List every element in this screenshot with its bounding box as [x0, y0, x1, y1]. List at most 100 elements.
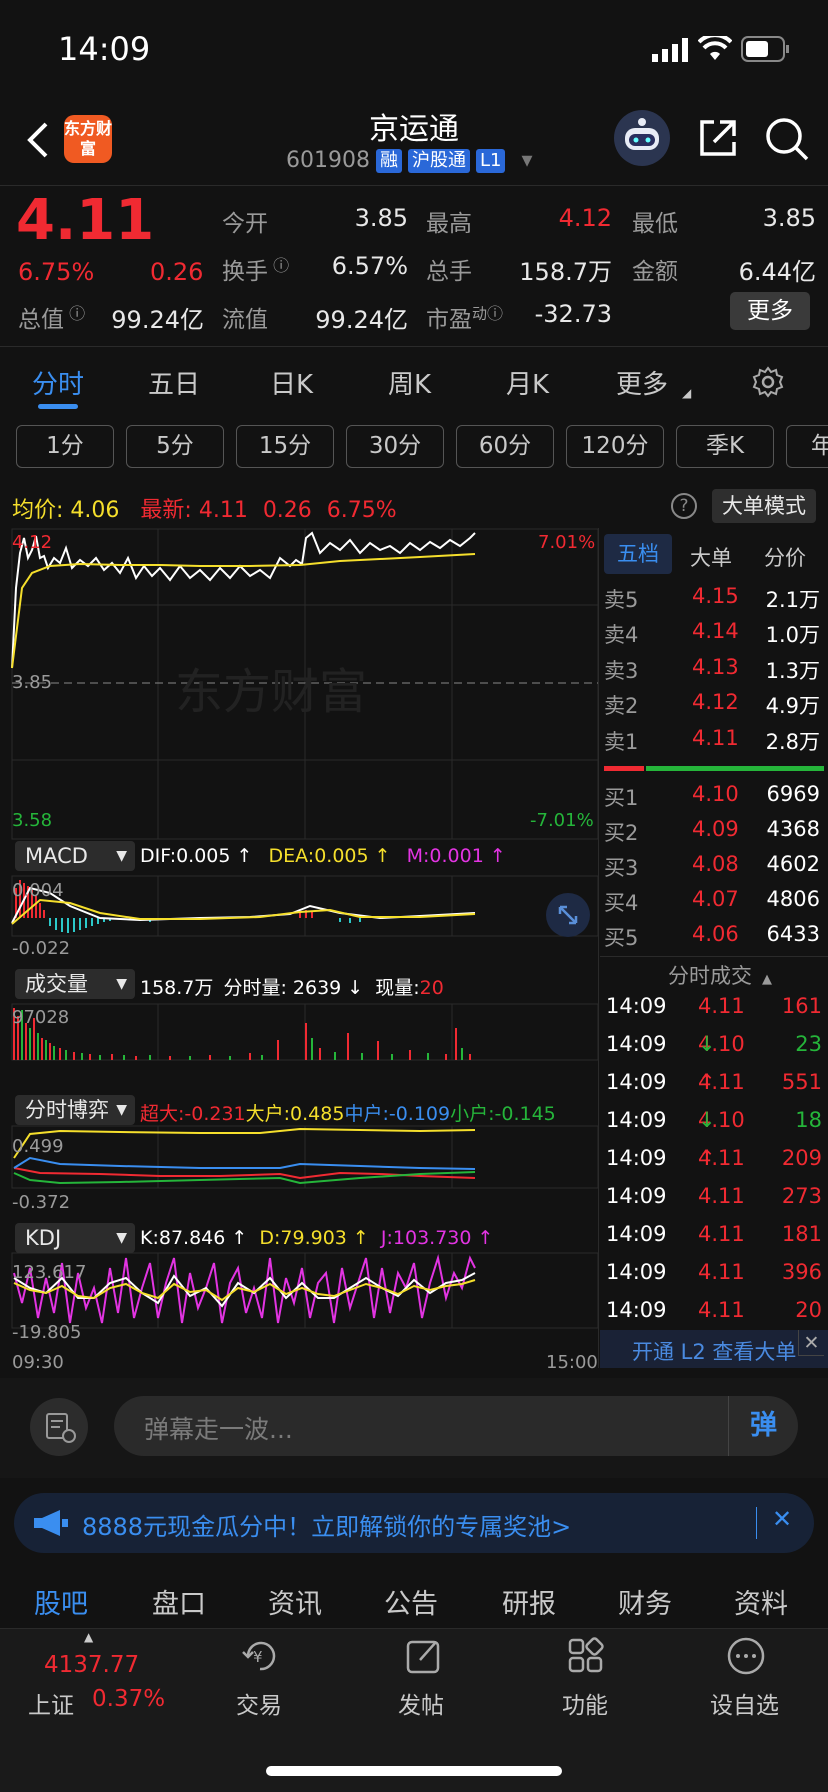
period-quarter-k[interactable]: 季K [676, 425, 774, 468]
connect-tag: 沪股通 [407, 148, 470, 173]
turnover-value: 6.57% [331, 252, 408, 280]
robot-assistant-icon[interactable] [612, 108, 672, 172]
game-axis-bottom: -0.372 [12, 1192, 71, 1213]
amount-label: 金额 [632, 259, 678, 285]
period-year-k[interactable]: 年 [786, 425, 828, 468]
trade-row: 14:09 4.10 ↓ 23 [606, 1032, 822, 1056]
macd-selector[interactable]: MACD ▼ [15, 841, 135, 871]
tab-more-caret-icon: ◢ [682, 386, 692, 400]
more-button[interactable]: 更多 [730, 292, 810, 330]
stock-code: 601908 [286, 148, 370, 173]
index-name: 上证 [28, 1693, 74, 1719]
total-cap-value: 99.24亿 [111, 306, 204, 334]
trade-row: 14:09 4.11 181 [606, 1222, 822, 1246]
bid-row: 买3 4.08 4602 [604, 852, 820, 880]
latest-change: 0.26 [262, 498, 312, 523]
l2-banner[interactable]: 开通 L2 查看大单 ✕ [600, 1330, 828, 1368]
dock-post[interactable]: 发帖 [398, 1686, 444, 1720]
share-icon[interactable] [696, 116, 740, 164]
tab-daily-k[interactable]: 日K [270, 364, 313, 401]
danmaku-send-button[interactable]: 弹 [728, 1396, 798, 1456]
expand-icon[interactable] [546, 893, 590, 937]
trades-title[interactable]: 分时成交 ▲ [668, 960, 772, 990]
tab-news[interactable]: 资讯 [268, 1582, 322, 1621]
add-watchlist-icon[interactable] [726, 1636, 766, 1680]
promo-text: 8888元现金瓜分中！立即解锁你的专属奖池> [82, 1513, 572, 1541]
period-1min[interactable]: 1分 [16, 425, 114, 468]
period-5min[interactable]: 5分 [126, 425, 224, 468]
close-icon[interactable]: ✕ [772, 1505, 792, 1533]
latest-label: 最新: [140, 498, 192, 523]
search-icon[interactable] [764, 116, 810, 166]
level-tag: L1 [475, 148, 506, 173]
big-order-mode-button[interactable]: 大单模式 [712, 489, 816, 523]
index-widget[interactable]: ▲ 4137.77 上证 0.37% [20, 1630, 180, 1720]
danmaku-settings-icon[interactable] [30, 1398, 88, 1456]
post-icon[interactable] [404, 1636, 444, 1680]
tab-announcements[interactable]: 公告 [384, 1582, 438, 1621]
volume-label: 总手 [426, 259, 472, 285]
period-60min[interactable]: 60分 [456, 425, 554, 468]
dock-trade[interactable]: 交易 [236, 1686, 282, 1720]
dock-add-watchlist[interactable]: 设自选 [710, 1686, 779, 1720]
tab-monthly-k[interactable]: 月K [506, 364, 549, 401]
gear-icon[interactable] [752, 366, 784, 402]
help-icon[interactable]: ? [671, 493, 697, 519]
pe-label: 市盈动ⓘ [426, 304, 504, 333]
orderbook-tab-big[interactable]: 大单 [690, 542, 732, 572]
tab-financials[interactable]: 财务 [618, 1582, 672, 1621]
caret-down-icon: ▼ [116, 1102, 127, 1118]
d-line [13, 1279, 476, 1302]
orderbook-tab-five[interactable]: 五档 [604, 534, 672, 574]
period-120min[interactable]: 120分 [566, 425, 664, 468]
tab-more[interactable]: 更多 [616, 364, 668, 401]
volume-bars [13, 1008, 471, 1060]
index-pct: 0.37% [92, 1686, 166, 1712]
turnover-label: 换手 ⓘ [222, 256, 290, 285]
trade-row: 14:09 4.11 ↑ 209 [606, 1146, 822, 1170]
promo-banner[interactable]: 8888元现金瓜分中！立即解锁你的专属奖池> ✕ [14, 1493, 814, 1553]
close-icon[interactable]: ✕ [798, 1330, 824, 1356]
trade-icon[interactable]: ¥ [240, 1636, 280, 1680]
tab-intraday[interactable]: 分时 [32, 364, 84, 401]
features-icon[interactable] [566, 1636, 606, 1680]
caret-down-icon: ▾ [521, 148, 533, 173]
dock-features[interactable]: 功能 [562, 1686, 608, 1720]
kdj-selector[interactable]: KDJ ▼ [15, 1223, 135, 1253]
axis-pct-bottom: -7.01% [530, 810, 594, 831]
tab-profile[interactable]: 资料 [734, 1582, 788, 1621]
caret-down-icon: ▼ [116, 848, 127, 864]
orderbook-tab-price[interactable]: 分价 [764, 542, 806, 572]
game-axis-top: 0.499 [12, 1136, 64, 1157]
trade-row: 14:09 4.11 273 [606, 1184, 822, 1208]
tab-five-day[interactable]: 五日 [148, 364, 200, 401]
ask-row: 卖3 4.13 1.3万 [604, 655, 820, 683]
tab-level2[interactable]: 盘口 [152, 1582, 206, 1621]
caret-up-icon: ▲ [84, 1630, 94, 1644]
tab-weekly-k[interactable]: 周K [388, 364, 431, 401]
danmaku-input[interactable]: 弹幕走一波... 弹 [114, 1396, 798, 1456]
game-selector[interactable]: 分时博弈 ▼ [15, 1095, 135, 1125]
time-start: 09:30 [12, 1352, 64, 1373]
volume-values: 158.7万 分时量: 2639 ↓ 现量:20 [140, 977, 444, 999]
period-30min[interactable]: 30分 [346, 425, 444, 468]
ask-row: 卖5 4.15 2.1万 [604, 584, 820, 612]
open-label: 今开 [222, 211, 268, 237]
tab-forum[interactable]: 股吧 [34, 1582, 88, 1621]
low-label: 最低 [632, 211, 678, 237]
macd-axis-bottom: -0.022 [12, 938, 71, 959]
amount-value: 6.44亿 [738, 258, 816, 286]
tab-research[interactable]: 研报 [502, 1582, 556, 1621]
caret-down-icon: ▼ [116, 976, 127, 992]
stock-code-row[interactable]: 601908 融 沪股通 L1 ▾ [286, 148, 533, 173]
axis-price-mid: 3.85 [12, 672, 53, 693]
avg-price-line [11, 553, 476, 669]
caret-up-icon: ▲ [762, 972, 772, 987]
latest-value: 4.11 [198, 498, 248, 523]
trade-row: 14:09 4.11 161 [606, 994, 822, 1018]
last-price: 4.11 [16, 188, 155, 253]
volume-selector[interactable]: 成交量 ▼ [15, 969, 135, 999]
tab-active-indicator [38, 404, 78, 409]
volume-axis-top: 97028 [12, 1007, 70, 1028]
period-15min[interactable]: 15分 [236, 425, 334, 468]
